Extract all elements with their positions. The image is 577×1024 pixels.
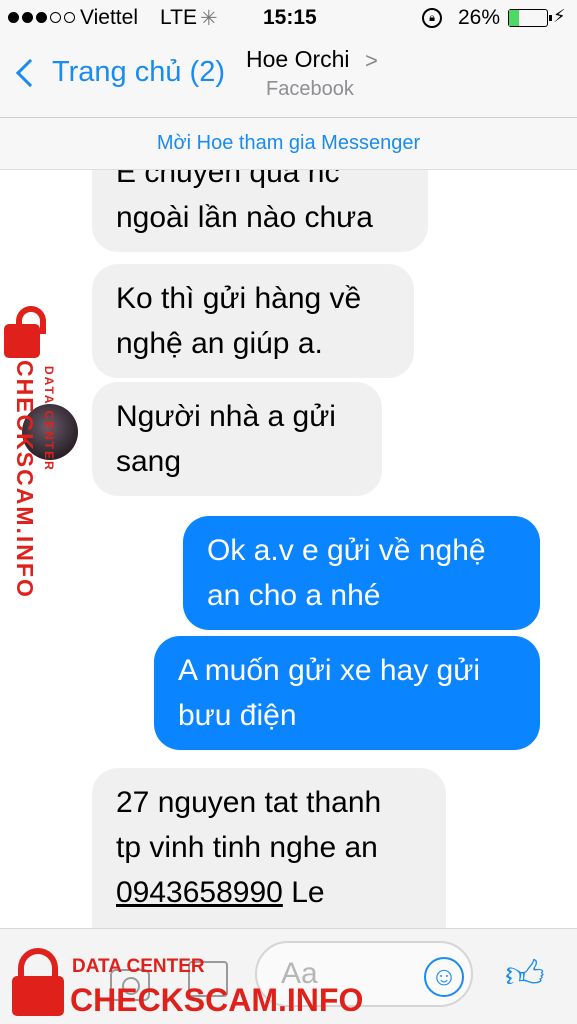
message-line: 27 nguyen tat thanh [116,786,382,819]
incoming-message[interactable]: 27 nguyen tat thanh tp vinh tinh nghe an… [92,768,446,928]
incoming-message[interactable]: E chuyển qua nc ngoài lần nào chưa [92,170,428,252]
back-button[interactable]: Trang chủ (2) [14,56,225,89]
status-bar: Viettel LTE ✳ 15:15 🔒︎ 26% ⚡ [0,0,577,36]
watermark-tagline: DATA CENTER [42,366,56,472]
chevron-left-icon [15,58,45,87]
emoji-icon[interactable]: ☺ [424,957,464,997]
chevron-right-icon[interactable]: > [365,48,378,74]
message-line: tp vinh tinh nghe an [116,831,378,864]
like-icon[interactable]: 👍︎ [505,955,545,995]
conversation-subtitle: Facebook [266,78,354,100]
watermark-brand: CHECKSCAM.INFO [70,982,364,1018]
watermark-tagline: DATA CENTER [72,956,205,977]
lock-icon [4,306,58,358]
activity-spinner-icon: ✳ [200,7,218,30]
invite-banner[interactable]: Mời Hoe tham gia Messenger [0,118,577,170]
battery-percent: 26% [458,6,501,29]
conversation-title[interactable]: Hoe Orchi [246,46,350,73]
watermark-bottom: DATA CENTER CHECKSCAM.INFO [8,942,368,1022]
incoming-message[interactable]: Người nhà a gửi sang [92,382,382,496]
message-list[interactable]: E chuyển qua nc ngoài lần nào chưa Ko th… [0,170,577,928]
back-label: Trang chủ (2) [52,56,225,88]
message-text: Le [282,876,325,909]
battery-icon [508,9,552,27]
charging-icon: ⚡ [553,6,566,26]
status-time: 15:15 [263,6,317,29]
outgoing-message[interactable]: A muốn gửi xe hay gửi bưu điện [154,636,540,750]
network-type: LTE [160,6,197,29]
rotation-lock-icon: 🔒︎ [422,8,442,28]
incoming-message[interactable]: Ko thì gửi hàng về nghệ an giúp a. [92,264,414,378]
phone-number-link[interactable]: 0943658990 [116,876,283,909]
navigation-bar: Trang chủ (2) Hoe Orchi > Facebook [0,36,577,118]
watermark-brand: CHECKSCAM.INFO [12,360,38,599]
carrier-name: Viettel [80,6,138,29]
lock-icon [12,948,64,1016]
watermark-side: CHECKSCAM.INFO DATA CENTER [4,306,64,599]
outgoing-message[interactable]: Ok a.v e gửi về nghệ an cho a nhé [183,516,540,630]
signal-strength-icon [8,12,75,23]
